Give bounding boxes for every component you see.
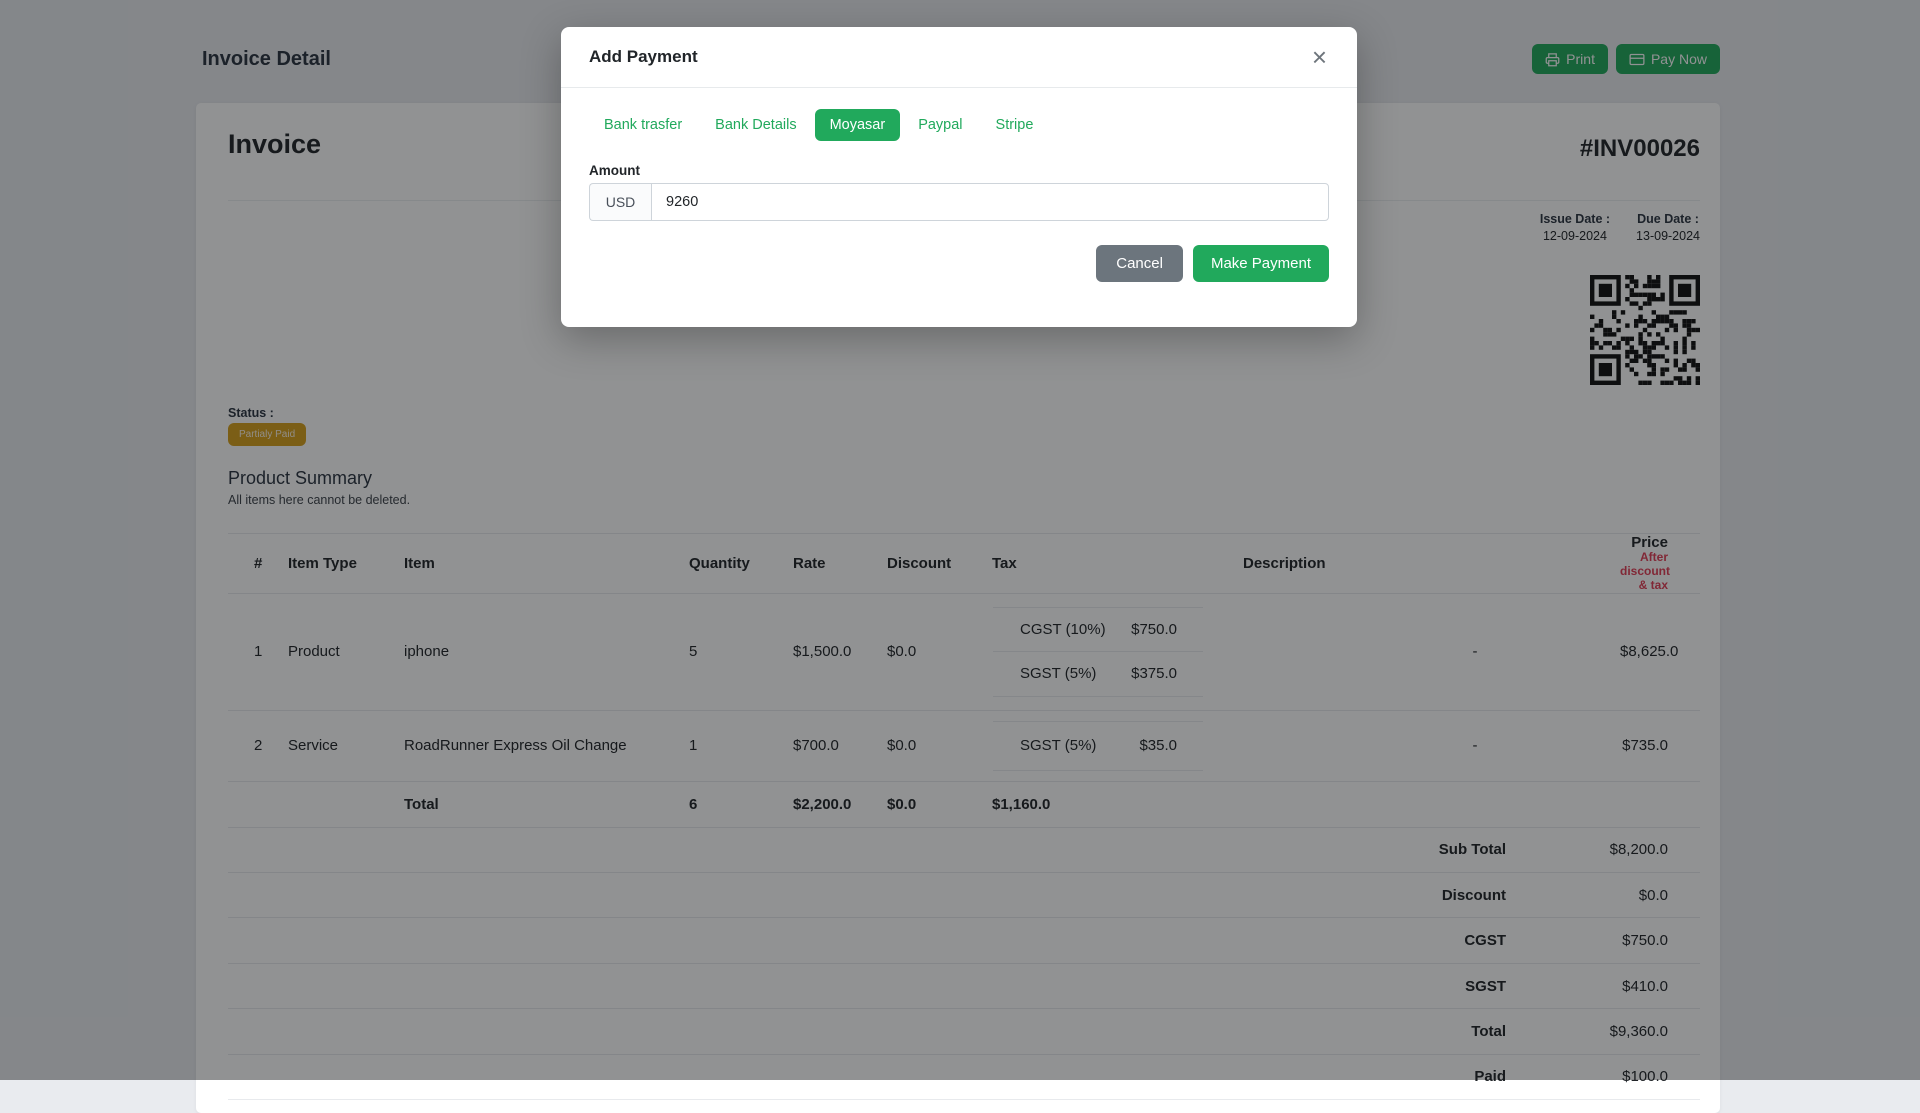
payment-tab[interactable]: Paypal (903, 109, 977, 141)
payment-tab[interactable]: Bank Details (700, 109, 811, 141)
amount-label: Amount (589, 163, 1329, 178)
close-icon[interactable]: × (1310, 47, 1329, 67)
payment-tab[interactable]: Moyasar (815, 109, 901, 141)
payment-method-tabs: Bank trasferBank DetailsMoyasarPaypalStr… (589, 109, 1329, 141)
currency-prefix: USD (589, 183, 651, 221)
modal-title: Add Payment (589, 47, 698, 67)
make-payment-button[interactable]: Make Payment (1193, 245, 1329, 282)
modal-header: Add Payment × (561, 27, 1357, 88)
add-payment-modal: Add Payment × Bank trasferBank DetailsMo… (561, 27, 1357, 327)
modal-body: Bank trasferBank DetailsMoyasarPaypalStr… (561, 88, 1357, 221)
modal-footer: Cancel Make Payment (561, 221, 1357, 327)
cancel-button[interactable]: Cancel (1096, 245, 1183, 282)
payment-tab[interactable]: Stripe (981, 109, 1049, 141)
amount-input[interactable] (651, 183, 1329, 221)
payment-tab[interactable]: Bank trasfer (589, 109, 697, 141)
amount-input-group: USD (589, 183, 1329, 221)
